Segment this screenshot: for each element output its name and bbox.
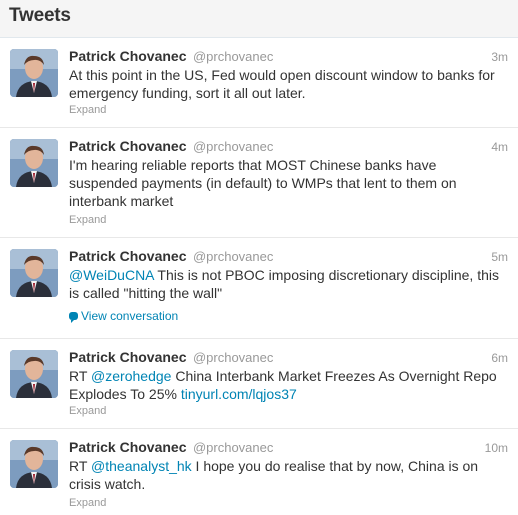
tweet-text-segment: This is not PBOC imposing discretionary …: [153, 267, 499, 283]
tweet-text-line: suspended payments (in default) to WMPs …: [69, 175, 457, 191]
tweet-text: RT @zerohedge China Interbank Market Fre…: [69, 367, 509, 403]
tweet-timestamp[interactable]: 4m: [491, 140, 508, 154]
mention-link[interactable]: @WeiDuCNA: [69, 267, 154, 283]
tweet-text-line: emergency funding, sort it all out later…: [69, 85, 306, 101]
expand-link[interactable]: Expand: [69, 104, 106, 116]
tweet-timestamp[interactable]: 10m: [485, 441, 508, 455]
tweet-text: At this point in the US, Fed would open …: [69, 66, 509, 102]
author-username[interactable]: @prchovanec: [193, 249, 273, 264]
author-username[interactable]: @prchovanec: [193, 350, 273, 365]
tweet-item[interactable]: Patrick Chovanec @prchovanec 4m I'm hear…: [0, 129, 518, 238]
tweet-text-line: RT @theanalyst_hk I hope you do realise …: [69, 457, 509, 475]
tweet-text-segment: China Interbank Market Freezes As Overni…: [171, 368, 497, 384]
url-link[interactable]: tinyurl.com/lqjos37: [181, 386, 297, 402]
view-conversation-link[interactable]: View conversation: [69, 309, 178, 323]
view-conversation-label[interactable]: View conversation: [81, 309, 178, 323]
author-fullname[interactable]: Patrick Chovanec: [69, 349, 187, 365]
tweet-text-segment: I hope you do realise that by now, China…: [191, 458, 479, 474]
author-fullname[interactable]: Patrick Chovanec: [69, 248, 187, 264]
mention-link[interactable]: @zerohedge: [91, 368, 171, 384]
tweet-text-line: Explodes To 25% tinyurl.com/lqjos37: [69, 385, 509, 403]
expand-link[interactable]: Expand: [69, 405, 106, 417]
conversation-icon: [69, 312, 78, 323]
tweet-header: Patrick Chovanec @prchovanec: [69, 248, 273, 268]
tweet-text-line: is called "hitting the wall": [69, 285, 223, 301]
expand-link[interactable]: Expand: [69, 497, 106, 509]
author-username[interactable]: @prchovanec: [193, 440, 273, 455]
tweet-header: Patrick Chovanec @prchovanec: [69, 439, 273, 459]
retweet-prefix: RT: [69, 458, 92, 474]
tweet-item[interactable]: Patrick Chovanec @prchovanec 6m RT @zero…: [0, 340, 518, 429]
tweet-text: RT @theanalyst_hk I hope you do realise …: [69, 457, 509, 493]
author-fullname[interactable]: Patrick Chovanec: [69, 48, 187, 64]
tweet-text-line: RT @zerohedge China Interbank Market Fre…: [69, 367, 509, 385]
tweet-item[interactable]: Patrick Chovanec @prchovanec 10m RT @the…: [0, 430, 518, 515]
avatar[interactable]: [10, 350, 58, 398]
tweet-text: @WeiDuCNA This is not PBOC imposing disc…: [69, 266, 509, 302]
author-username[interactable]: @prchovanec: [193, 49, 273, 64]
tweet-text-line: I'm hearing reliable reports that MOST C…: [69, 157, 437, 173]
mention-link[interactable]: @theanalyst_hk: [91, 458, 192, 474]
page-title: Tweets: [9, 5, 71, 26]
tweet-timestamp[interactable]: 3m: [491, 50, 508, 64]
tweet-timestamp[interactable]: 6m: [491, 351, 508, 365]
avatar[interactable]: [10, 440, 58, 488]
tweet-header: Patrick Chovanec @prchovanec: [69, 138, 273, 158]
tweet-text-segment: Explodes To 25%: [69, 386, 181, 402]
author-fullname[interactable]: Patrick Chovanec: [69, 138, 187, 154]
tweet-text-line: interbank market: [69, 193, 174, 209]
tweet-item[interactable]: Patrick Chovanec @prchovanec 5m @WeiDuCN…: [0, 239, 518, 339]
tweet-text-line: At this point in the US, Fed would open …: [69, 67, 495, 83]
tweets-header: Tweets: [0, 0, 518, 38]
avatar[interactable]: [10, 139, 58, 187]
tweet-header: Patrick Chovanec @prchovanec: [69, 349, 273, 369]
author-fullname[interactable]: Patrick Chovanec: [69, 439, 187, 455]
avatar[interactable]: [10, 249, 58, 297]
retweet-prefix: RT: [69, 368, 92, 384]
avatar[interactable]: [10, 49, 58, 97]
tweet-timestamp[interactable]: 5m: [491, 250, 508, 264]
tweet-item[interactable]: Patrick Chovanec @prchovanec 3m At this …: [0, 39, 518, 128]
expand-link[interactable]: Expand: [69, 214, 106, 226]
tweet-text-line: crisis watch.: [69, 476, 146, 492]
tweet-text-line: @WeiDuCNA This is not PBOC imposing disc…: [69, 266, 509, 284]
tweet-text: I'm hearing reliable reports that MOST C…: [69, 156, 509, 210]
tweet-header: Patrick Chovanec @prchovanec: [69, 48, 273, 68]
author-username[interactable]: @prchovanec: [193, 139, 273, 154]
